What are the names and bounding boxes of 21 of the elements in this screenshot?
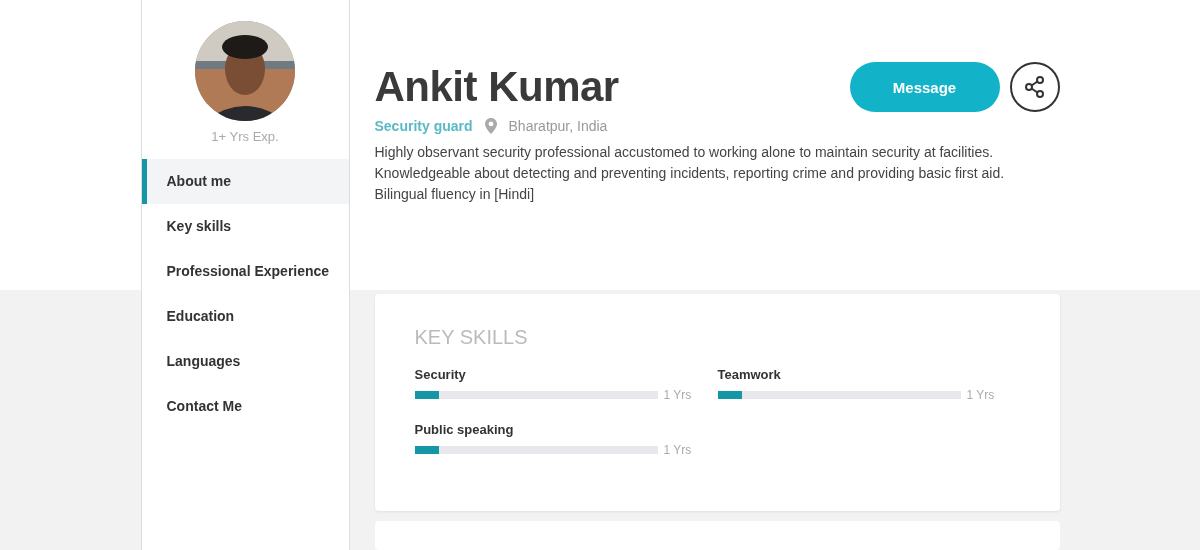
sidebar-item[interactable]: Professional Experience xyxy=(141,249,349,294)
skill-name: Security xyxy=(414,367,467,383)
location-text: Bharatpur, India xyxy=(508,118,608,134)
experience-text: 1+ Yrs Exp. xyxy=(211,129,279,144)
profile-summary: Highly observant security professional accustomed to working alone to maintain security at facilities. Knowledgeable about detecting and preventing incidents, reporting crime and providing basic first aid. Bilingual fluency in [Hindi] xyxy=(374,143,1006,204)
share-icon xyxy=(1022,75,1047,99)
section-title: KEY SKILLS xyxy=(414,326,529,350)
skill-years: 1 Yrs xyxy=(663,443,692,458)
profile-name: Ankit Kumar xyxy=(374,62,619,112)
skill-name: Public speaking xyxy=(414,422,515,438)
job-title: Security guard xyxy=(374,118,473,134)
skill-years: 1 Yrs xyxy=(663,388,692,403)
skill-years: 1 Yrs xyxy=(966,388,995,403)
skill-name: Teamwork xyxy=(717,367,782,383)
sidebar-item[interactable]: Languages xyxy=(141,339,349,384)
location-pin-icon xyxy=(484,118,497,134)
sidebar-item[interactable]: Key skills xyxy=(141,204,349,249)
share-button[interactable] xyxy=(1009,62,1060,112)
sidebar-item[interactable]: Contact Me xyxy=(141,384,349,429)
sidebar-item[interactable]: About me xyxy=(141,159,349,204)
sidebar-item[interactable]: Education xyxy=(141,294,349,339)
